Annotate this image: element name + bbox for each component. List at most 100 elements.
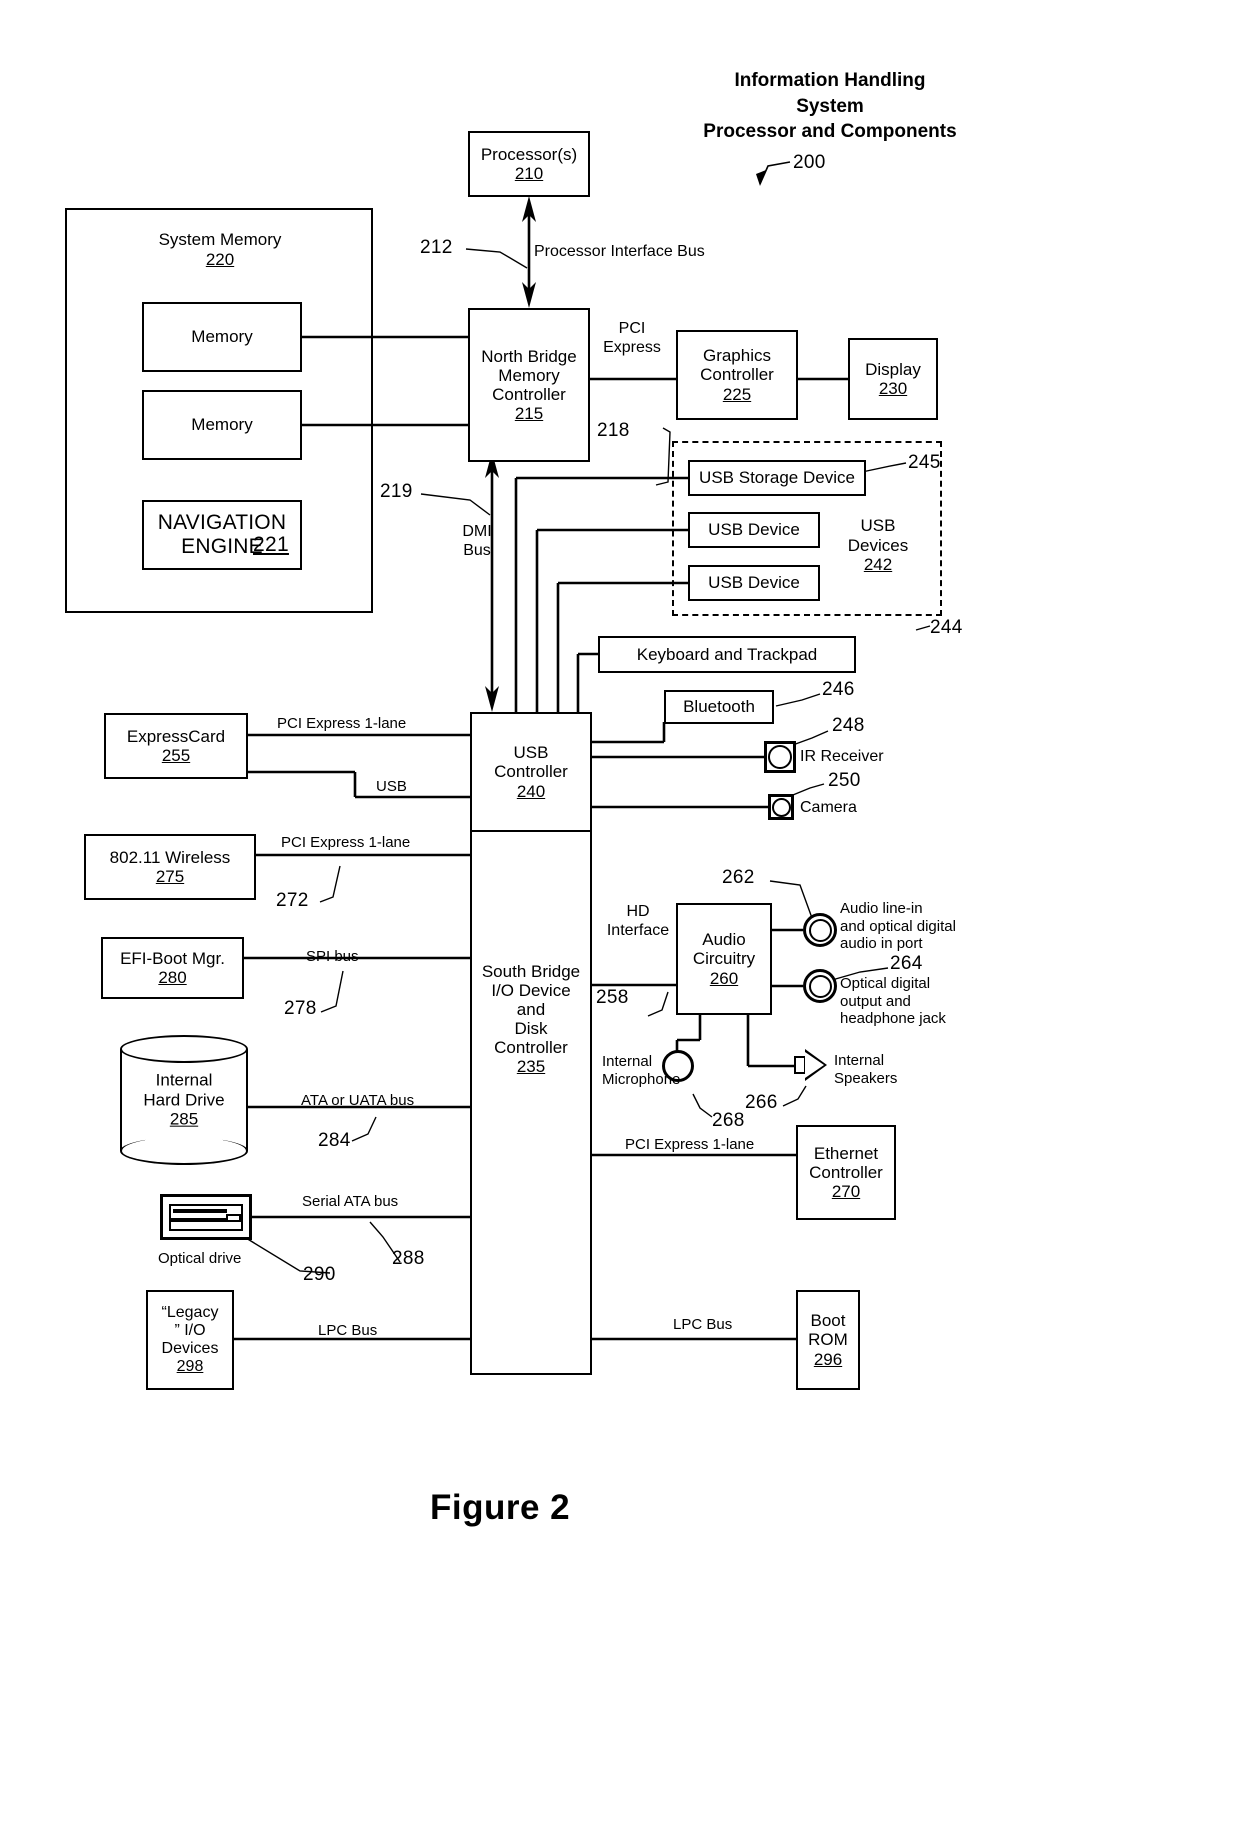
ref-268: 268 (712, 1110, 745, 1131)
ref-219: 219 (380, 481, 413, 502)
efi-boot-mgr-num: 280 (158, 968, 187, 987)
ir-receiver-inner-circle (768, 745, 792, 769)
wireless-num: 275 (155, 867, 185, 886)
ref-262: 262 (722, 867, 755, 888)
processor-label: Processor(s) (480, 144, 578, 164)
legacy-io-label: “Legacy ” I/O Devices (161, 1304, 219, 1357)
serial-ata-bus-label: Serial ATA bus (302, 1193, 399, 1210)
ref-266: 266 (745, 1092, 778, 1113)
audio-out-jack-icon (803, 969, 837, 1003)
usb-device-2-block[interactable]: USB Device (688, 565, 820, 601)
usb-devices-group-num: 242 (863, 555, 893, 575)
ref-250: 250 (828, 770, 861, 791)
audio-in-jack-ring (808, 918, 832, 942)
ref-290: 290 (303, 1264, 336, 1285)
usb-controller-block-overlay[interactable]: USB Controller 240 (470, 712, 592, 832)
ref-258: 258 (596, 987, 629, 1008)
ref-272: 272 (276, 890, 309, 911)
memory-block-2[interactable]: Memory (142, 390, 302, 460)
internal-hard-drive-icon[interactable]: Internal Hard Drive 285 (120, 1035, 248, 1165)
hard-drive-top-ellipse (120, 1035, 248, 1063)
pci-express-label: PCI Express (603, 320, 661, 356)
internal-speakers-icon (794, 1049, 830, 1081)
boot-rom-num: 296 (813, 1349, 843, 1369)
internal-microphone-label: Internal Microphone (602, 1053, 681, 1088)
spi-bus-label: SPI bus (306, 948, 359, 965)
audio-out-jack-ring (808, 974, 832, 998)
usb-device-1-block[interactable]: USB Device (688, 512, 820, 548)
hd-interface-label: HD Interface (606, 903, 670, 939)
processor-block[interactable]: Processor(s) 210 (468, 131, 590, 197)
ref-278: 278 (284, 998, 317, 1019)
hard-drive-label: Internal Hard Drive (143, 1070, 225, 1110)
ata-bus-label: ATA or UATA bus (301, 1092, 415, 1109)
ethernet-controller-block[interactable]: Ethernet Controller 270 (796, 1125, 896, 1220)
display-label: Display (865, 359, 921, 379)
ir-receiver-icon (764, 741, 796, 773)
figure-title-line-1: Information Handling (734, 70, 926, 91)
usb-devices-group-label: USB Devices 242 (838, 516, 918, 575)
legacy-io-num: 298 (176, 1357, 204, 1375)
bluetooth-block[interactable]: Bluetooth (664, 690, 774, 724)
usb-controller-overlay-label: USB Controller (494, 743, 568, 782)
north-bridge-label: North Bridge Memory Controller (481, 346, 577, 404)
camera-inner-circle (771, 797, 791, 817)
expresscard-block[interactable]: ExpressCard 255 (104, 713, 248, 779)
graphics-controller-block[interactable]: Graphics Controller 225 (676, 330, 798, 420)
pci-express-1lane-ethernet-label: PCI Express 1-lane (625, 1136, 755, 1153)
ref-218: 218 (597, 420, 630, 441)
lpc-bus-left-label: LPC Bus (318, 1322, 378, 1339)
optical-drive-icon[interactable] (160, 1194, 252, 1240)
efi-boot-mgr-block[interactable]: EFI-Boot Mgr. 280 (101, 937, 244, 999)
graphics-controller-label: Graphics Controller (700, 346, 774, 385)
wireless-block[interactable]: 802.11 Wireless 275 (84, 834, 256, 900)
usb-devices-group-title: USB Devices (847, 516, 909, 555)
usb-device-1-label: USB Device (708, 520, 800, 540)
memory-block-1[interactable]: Memory (142, 302, 302, 372)
boot-rom-block[interactable]: Boot ROM 296 (796, 1290, 860, 1390)
system-memory-title: System Memory (158, 230, 282, 249)
pci-express-1lane-wireless-label: PCI Express 1-lane (281, 834, 411, 851)
ref-244: 244 (930, 617, 963, 638)
system-memory-label: System Memory 220 (85, 230, 355, 269)
ethernet-controller-label: Ethernet Controller (809, 1143, 883, 1182)
ref-246: 246 (822, 679, 855, 700)
keyboard-trackpad-label: Keyboard and Trackpad (636, 644, 818, 664)
audio-in-port-label: Audio line-in and optical digital audio … (840, 900, 956, 953)
wireless-label: 802.11 Wireless (109, 847, 231, 867)
audio-circuitry-label: Audio Circuitry (692, 930, 756, 969)
keyboard-trackpad-block[interactable]: Keyboard and Trackpad (598, 636, 856, 673)
display-block[interactable]: Display 230 (848, 338, 938, 420)
south-bridge-label: South Bridge I/O Device and Disk Control… (481, 962, 581, 1058)
usb-storage-device-block[interactable]: USB Storage Device (688, 460, 866, 496)
graphics-controller-num: 225 (722, 384, 752, 404)
expresscard-label: ExpressCard (126, 726, 226, 746)
usb-controller-overlay-num: 240 (516, 781, 546, 801)
memory-block-1-label: Memory (191, 327, 253, 347)
usb-device-2-label: USB Device (708, 573, 800, 593)
figure-canvas: Information Handling System Processor an… (0, 0, 1240, 1845)
north-bridge-block[interactable]: North Bridge Memory Controller 215 (468, 308, 590, 462)
ir-receiver-label: IR Receiver (800, 748, 884, 765)
ref-264: 264 (890, 953, 923, 974)
figure-title-line-3: Processor and Components (703, 121, 957, 143)
speaker-horn-inner (805, 1051, 824, 1078)
figure-caption: Figure 2 (430, 1488, 571, 1527)
hard-drive-bottom-ellipse (120, 1137, 248, 1165)
memory-block-2-label: Memory (191, 415, 253, 435)
ref-288: 288 (392, 1248, 425, 1269)
processor-interface-bus-label: Processor Interface Bus (534, 243, 705, 260)
hard-drive-num: 285 (169, 1109, 199, 1129)
pci-express-1lane-expresscard-label: PCI Express 1-lane (277, 715, 407, 732)
optical-drive-label: Optical drive (158, 1250, 242, 1267)
expresscard-num: 255 (161, 746, 191, 765)
processor-num: 210 (514, 164, 544, 183)
camera-icon (768, 794, 794, 820)
ref-245: 245 (908, 452, 941, 473)
audio-circuitry-block[interactable]: Audio Circuitry 260 (676, 903, 772, 1015)
bluetooth-label: Bluetooth (683, 697, 755, 717)
audio-circuitry-num: 260 (709, 968, 739, 988)
legacy-io-block[interactable]: “Legacy ” I/O Devices 298 (146, 1290, 234, 1390)
ref-248: 248 (832, 715, 865, 736)
hard-drive-text: Internal Hard Drive 285 (120, 1071, 248, 1130)
